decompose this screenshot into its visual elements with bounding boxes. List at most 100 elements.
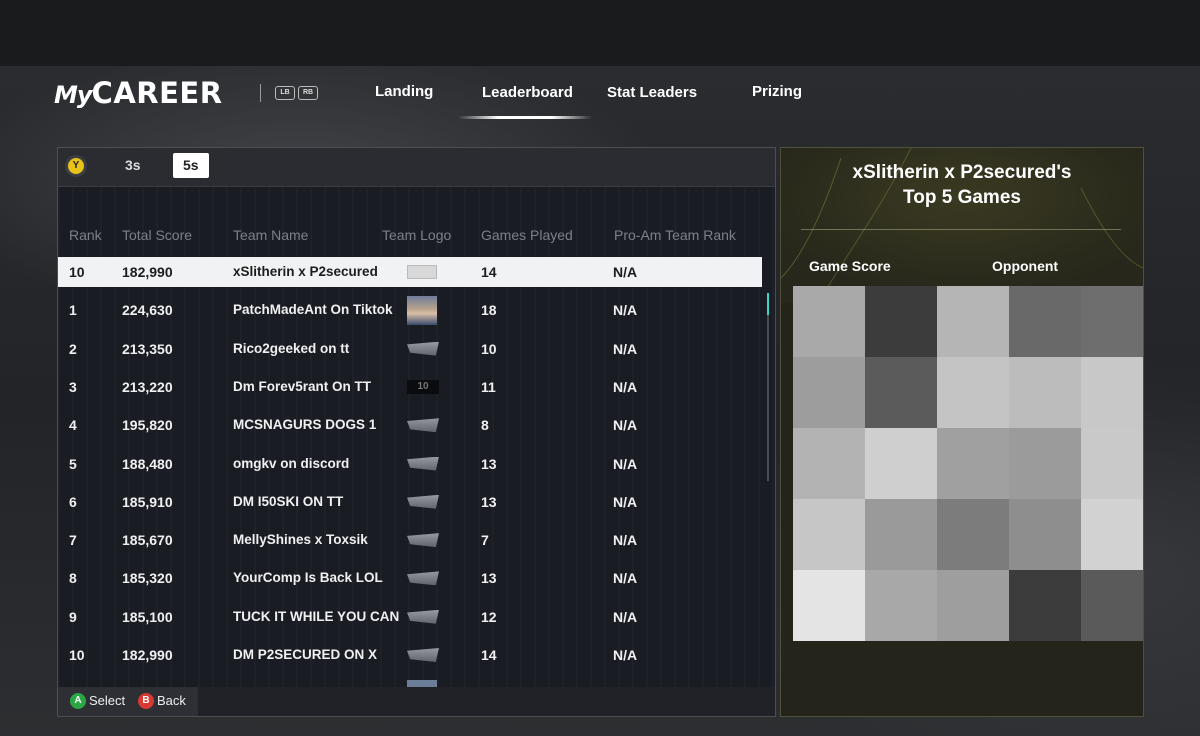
- tab-stat-leaders[interactable]: Stat Leaders: [607, 84, 697, 101]
- team-logo-image: [407, 418, 439, 433]
- games-played-cell: 13: [481, 493, 497, 510]
- team-logo-image: [407, 296, 437, 326]
- logo-career: CAREER: [91, 76, 223, 110]
- mode-selector-bar: Y 3s 5s: [58, 148, 775, 187]
- rank-cell: 2: [69, 340, 77, 357]
- team-name-cell: omgkv on discord: [233, 455, 350, 471]
- games-played-cell: 13: [481, 570, 497, 587]
- scrollbar-thumb[interactable]: [767, 293, 769, 315]
- total-score-cell: 185,910: [122, 493, 173, 510]
- rank-cell: 6: [69, 493, 77, 510]
- pro-am-rank-cell: N/A: [613, 378, 638, 395]
- pixelated-tile: [865, 428, 937, 499]
- table-row[interactable]: 6 185,910 DM I50SKI ON TT 13 N/A: [58, 487, 762, 517]
- team-logo-image: [407, 609, 439, 624]
- pixelated-tile: [1009, 357, 1081, 428]
- top-letterbox-bar: [0, 0, 1200, 66]
- rank-cell: 1: [69, 302, 77, 319]
- pixelated-tile: [937, 499, 1009, 570]
- rb-bumper-icon[interactable]: RB: [298, 86, 318, 100]
- rank-cell: 9: [69, 608, 77, 625]
- column-header-team-logo: Team Logo: [382, 227, 452, 243]
- pro-am-rank-cell: N/A: [613, 455, 638, 472]
- team-logo-image: [407, 265, 437, 279]
- table-row[interactable]: 10 182,990 DM P2SECURED ON X 14 N/A: [58, 640, 762, 670]
- title-divider: [801, 229, 1121, 230]
- total-score-cell: 213,350: [122, 340, 173, 357]
- leaderboard-panel: Y 3s 5s Rank Total Score Team Name Team …: [57, 147, 776, 717]
- b-button-icon: B: [138, 693, 154, 709]
- team-logo-image: [407, 680, 437, 687]
- rank-cell: 5: [69, 455, 77, 472]
- team-logo-image: [407, 648, 439, 662]
- games-played-cell: 13: [481, 455, 497, 472]
- pro-am-rank-cell: N/A: [613, 340, 638, 357]
- rank-cell: 8: [69, 570, 77, 587]
- games-played-cell: 7: [481, 532, 489, 549]
- team-name-cell: MellyShines x Toxsik: [233, 532, 368, 548]
- table-row-highlighted[interactable]: 10 182,990 xSlitherin x P2secured 14 N/A: [58, 257, 762, 287]
- total-score-cell: 224,630: [122, 302, 173, 319]
- pixelated-tile: [937, 428, 1009, 499]
- table-row[interactable]: 5 188,480 omgkv on discord 13 N/A: [58, 449, 762, 479]
- back-hint[interactable]: Back: [157, 693, 186, 709]
- team-logo-image: [407, 494, 439, 509]
- pro-am-rank-cell: N/A: [613, 417, 638, 434]
- games-played-cell: 14: [481, 647, 497, 663]
- pixelated-tile: [1009, 428, 1081, 499]
- total-score-cell: 188,480: [122, 455, 173, 472]
- lb-bumper-icon[interactable]: LB: [275, 86, 295, 100]
- pixelated-tile: [1081, 428, 1143, 499]
- logo-my: My: [54, 81, 93, 109]
- tab-leaderboard[interactable]: Leaderboard: [482, 84, 573, 101]
- total-score-cell: 185,670: [122, 532, 173, 549]
- header-divider: [260, 84, 261, 102]
- rank-cell: 7: [69, 532, 77, 549]
- table-row[interactable]: 4 195,820 MCSNAGURS DOGS 1 8 N/A: [58, 410, 762, 440]
- pixelated-tile: [865, 570, 937, 641]
- tab-prizing[interactable]: Prizing: [752, 83, 802, 100]
- pro-am-rank-cell: N/A: [613, 264, 638, 280]
- table-row[interactable]: 3 213,220 Dm Forev5rant On TT 10 11 N/A: [58, 372, 762, 402]
- team-name-cell: DM P2SECURED ON X: [233, 647, 378, 662]
- column-header-pro-am-rank: Pro-Am Team Rank: [614, 227, 736, 243]
- pro-am-rank-cell: N/A: [613, 493, 638, 510]
- pixelated-tile: [1009, 286, 1081, 357]
- mode-tab-3s[interactable]: 3s: [115, 153, 151, 178]
- table-row[interactable]: 8 185,320 YourComp Is Back LOL 13 N/A: [58, 563, 762, 593]
- column-header-rank: Rank: [69, 227, 102, 243]
- table-row[interactable]: 9 185,100 TUCK IT WHILE YOU CAN 12 N/A: [58, 602, 762, 632]
- team-name-cell: YourComp Is Back LOL: [233, 570, 383, 586]
- button-hint-footer: A Select B Back: [58, 687, 198, 716]
- games-played-cell: 8: [481, 417, 489, 434]
- leaderboard-table: Rank Total Score Team Name Team Logo Gam…: [58, 187, 775, 687]
- total-score-cell: 185,320: [122, 570, 173, 587]
- table-row[interactable]: 7 185,670 MellyShines x Toxsik 7 N/A: [58, 525, 762, 555]
- mode-tab-5s[interactable]: 5s: [173, 153, 209, 178]
- y-button-icon: Y: [68, 158, 84, 174]
- top-games-panel: xSlitherin x P2secured's Top 5 Games Gam…: [780, 147, 1144, 717]
- total-score-cell: 182,990: [122, 647, 173, 663]
- games-played-cell: 14: [481, 264, 497, 280]
- scrollbar-track[interactable]: [767, 315, 769, 481]
- pixelated-tile: [865, 286, 937, 357]
- top-games-title: xSlitherin x P2secured's Top 5 Games: [781, 160, 1143, 210]
- tab-landing[interactable]: Landing: [375, 83, 433, 100]
- team-name-cell: xSlitherin x P2secured: [233, 264, 378, 279]
- team-logo-image: 10: [407, 379, 439, 394]
- table-row[interactable]: 2 213,350 Rico2geeked on tt 10 N/A: [58, 334, 762, 364]
- total-score-cell: 182,990: [122, 264, 173, 280]
- select-hint[interactable]: Select: [89, 693, 125, 709]
- team-logo-image: [407, 571, 439, 586]
- pixelated-tile: [937, 570, 1009, 641]
- pixelated-tile: [793, 428, 865, 499]
- table-row[interactable]: 1 224,630 PatchMadeAnt On Tiktok 18 N/A: [58, 295, 762, 326]
- team-name-cell: Rico2geeked on tt: [233, 340, 350, 356]
- active-tab-underline: [458, 116, 592, 119]
- mycareer-logo: My CAREER: [54, 76, 223, 110]
- team-name-cell: TUCK IT WHILE YOU CAN: [233, 608, 400, 624]
- column-header-total-score: Total Score: [122, 227, 193, 243]
- rank-cell: 10: [69, 647, 85, 663]
- table-row[interactable]: [58, 678, 762, 687]
- a-button-icon: A: [70, 693, 86, 709]
